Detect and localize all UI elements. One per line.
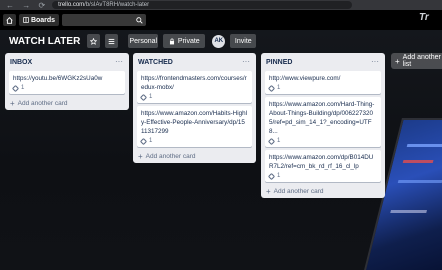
invite-button[interactable]: Invite: [230, 34, 257, 48]
paperclip-icon: [267, 84, 276, 92]
card-title: https://www.amazon.com/Habits-Highly-Eff…: [141, 110, 248, 135]
browser-chrome: ← → ⟳ trello.com /b/sIAvT8RH/watch-later: [0, 0, 442, 10]
board-menu-button[interactable]: [105, 34, 119, 48]
card[interactable]: https://www.amazon.com/Hard-Thing-About-…: [265, 97, 381, 147]
attachment-badge: 1: [11, 84, 121, 92]
attachment-badge: 1: [267, 137, 377, 145]
add-list-label: Add another list: [402, 54, 441, 68]
paperclip-icon: [267, 137, 276, 145]
list-watched: WATCHED ··· https://frontendmasters.com/…: [133, 53, 256, 163]
attachment-badge: 1: [139, 93, 248, 101]
privacy-button[interactable]: Private: [163, 34, 206, 48]
add-list-button[interactable]: + Add another list: [391, 53, 442, 69]
card[interactable]: https://www.amazon.com/dp/B014DUR7L2/ref…: [265, 150, 381, 182]
attachment-badge: 1: [139, 137, 248, 145]
card-title: http://www.viewpure.com/: [269, 75, 341, 82]
address-bar[interactable]: trello.com /b/sIAvT8RH/watch-later: [52, 1, 353, 9]
more-icon[interactable]: ···: [371, 58, 379, 66]
card-title: https://www.amazon.com/dp/B014DUR7L2/ref…: [269, 154, 374, 170]
board-title[interactable]: WATCH LATER: [9, 36, 80, 47]
attachment-badge: 1: [267, 172, 377, 180]
boards-label: Boards: [30, 16, 56, 24]
add-card-label: Add another card: [145, 152, 196, 160]
card-title: https://www.amazon.com/Hard-Thing-About-…: [269, 101, 375, 135]
add-card-label: Add another card: [17, 99, 68, 107]
star-icon: [90, 37, 98, 45]
attachment-badge: 1: [267, 84, 377, 92]
more-icon[interactable]: ···: [115, 58, 123, 66]
list-title[interactable]: PINNED: [266, 59, 292, 66]
add-card-label: Add another card: [273, 187, 324, 195]
team-visibility-button[interactable]: Personal: [128, 34, 159, 48]
card[interactable]: https://frontendmasters.com/courses/redu…: [137, 71, 252, 103]
list-inbox: INBOX ··· https://youtu.be/6WGKz2sUa0w 1…: [5, 53, 129, 110]
more-icon[interactable]: ···: [242, 58, 250, 66]
add-card-button[interactable]: + Add another card: [265, 184, 381, 198]
boards-icon: [23, 17, 29, 23]
trello-logo[interactable]: Tr: [419, 12, 429, 23]
attachment-count: 1: [149, 138, 153, 144]
app-header: Boards Tr: [0, 10, 442, 30]
url-path: /b/sIAvT8RH/watch-later: [84, 2, 150, 8]
lock-icon: [169, 38, 174, 44]
card[interactable]: https://www.amazon.com/Habits-Highly-Eff…: [137, 106, 252, 147]
attachment-count: 1: [277, 173, 281, 179]
card-title: https://youtu.be/6WGKz2sUa0w: [13, 75, 103, 82]
plus-icon: +: [266, 186, 271, 196]
board-header: WATCH LATER Personal Private AK Invite: [0, 30, 442, 52]
add-card-button[interactable]: + Add another card: [9, 96, 125, 110]
card[interactable]: http://www.viewpure.com/ 1: [265, 71, 381, 94]
search-icon: [136, 16, 143, 24]
home-icon: [6, 16, 13, 24]
add-card-button[interactable]: + Add another card: [137, 149, 252, 163]
plus-icon: +: [395, 56, 400, 66]
boards-button[interactable]: Boards: [19, 14, 59, 26]
paperclip-icon: [139, 137, 148, 145]
list-pinned: PINNED ··· http://www.viewpure.com/ 1 ht…: [261, 53, 385, 198]
url-host: trello.com: [58, 2, 85, 8]
browser-nav-buttons[interactable]: ← → ⟳: [0, 1, 48, 10]
card-title: https://frontendmasters.com/courses/redu…: [141, 75, 247, 91]
paperclip-icon: [267, 172, 276, 180]
attachment-count: 1: [277, 138, 281, 144]
plus-icon: +: [10, 98, 15, 108]
star-button[interactable]: [87, 34, 101, 48]
attachment-count: 1: [277, 85, 281, 91]
avatar[interactable]: AK: [212, 34, 226, 48]
attachment-count: 1: [149, 94, 153, 100]
paperclip-icon: [139, 93, 148, 101]
list-icon: [108, 38, 115, 44]
private-label: Private: [177, 37, 200, 45]
list-title[interactable]: WATCHED: [138, 59, 173, 66]
list-title[interactable]: INBOX: [10, 59, 32, 66]
paperclip-icon: [11, 84, 20, 92]
search-input[interactable]: [62, 14, 146, 26]
home-button[interactable]: [3, 14, 16, 26]
card[interactable]: https://youtu.be/6WGKz2sUa0w 1: [9, 71, 125, 94]
plus-icon: +: [138, 151, 143, 161]
attachment-count: 1: [21, 85, 25, 91]
